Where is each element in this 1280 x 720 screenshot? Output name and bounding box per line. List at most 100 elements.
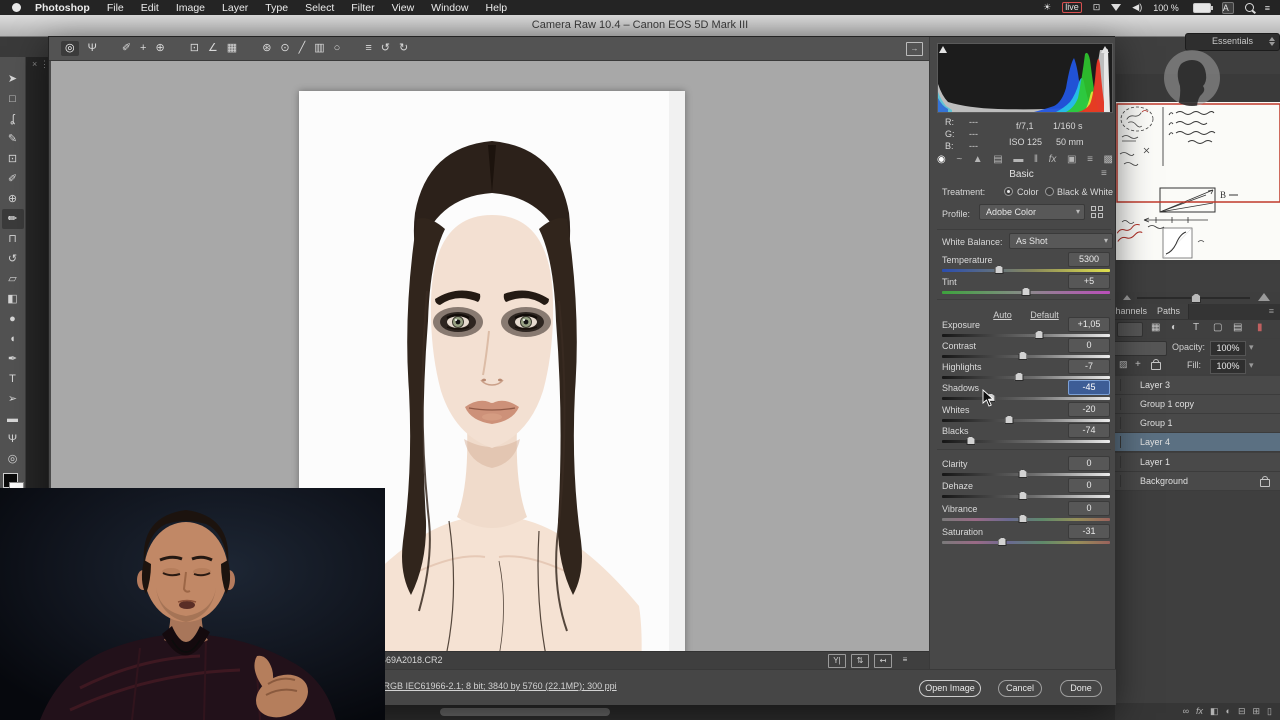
done-button[interactable]: Done	[1060, 680, 1102, 697]
slider-thumb[interactable]	[1018, 351, 1027, 360]
layer-styles-icon[interactable]: fx	[1196, 707, 1203, 716]
type-tool-icon[interactable]: T	[2, 369, 24, 389]
eraser-tool-icon[interactable]: ▱	[2, 269, 24, 289]
hand-tool-icon[interactable]: Ψ	[88, 43, 97, 54]
apple-menu-icon[interactable]	[12, 3, 21, 12]
blacks-slider[interactable]: Blacks -74	[942, 426, 1110, 456]
navigator-zoom-thumb[interactable]	[1191, 293, 1201, 303]
white-balance-tool-icon[interactable]: ✐	[122, 43, 131, 54]
path-selection-tool-icon[interactable]: ➢	[2, 389, 24, 409]
straighten-tool-icon[interactable]: ∠	[208, 43, 218, 54]
vibrance-value[interactable]: 0	[1068, 501, 1110, 516]
delete-layer-icon[interactable]: ▯	[1267, 707, 1272, 716]
rotate-left-icon[interactable]: ↺	[381, 43, 390, 54]
highlight-clipping-icon[interactable]	[1101, 46, 1109, 53]
fill-value[interactable]: 100%	[1210, 359, 1246, 374]
tab-hsl-icon[interactable]: ▤	[993, 153, 1002, 167]
menu-type[interactable]: Type	[265, 2, 288, 14]
color-sampler-tool-icon[interactable]: +	[140, 43, 146, 54]
profile-browser-icon[interactable]	[1091, 206, 1103, 218]
opacity-value[interactable]: 100%	[1210, 341, 1246, 356]
blur-tool-icon[interactable]: ●	[2, 309, 24, 329]
transform-tool-icon[interactable]: ▦	[227, 43, 237, 54]
contrast-value[interactable]: 0	[1068, 338, 1110, 353]
lock-transparency-icon[interactable]: ▨	[1119, 359, 1128, 370]
saturation-value[interactable]: -31	[1068, 524, 1110, 539]
default-link[interactable]: Default	[1030, 310, 1059, 320]
horizontal-scrollbar[interactable]	[440, 708, 610, 716]
exposure-value[interactable]: +1,05	[1068, 317, 1110, 332]
dehaze-value[interactable]: 0	[1068, 478, 1110, 493]
wifi-icon[interactable]	[1111, 4, 1121, 11]
pixel-filter-icon[interactable]: ▦	[1151, 322, 1160, 333]
tab-paths[interactable]: Paths	[1149, 304, 1189, 319]
tab-detail-icon[interactable]: ▲	[973, 153, 983, 167]
slider-thumb[interactable]	[1018, 514, 1027, 523]
notification-center-icon[interactable]: ≡	[1265, 3, 1270, 13]
tab-split-toning-icon[interactable]: ▬	[1013, 153, 1023, 167]
tab-close-icon[interactable]: ×	[32, 59, 37, 69]
tab-presets-icon[interactable]: ≡	[1087, 153, 1093, 167]
highlights-value[interactable]: -7	[1068, 359, 1110, 374]
filter-kind-select[interactable]	[1117, 322, 1143, 337]
type-filter-icon[interactable]: T	[1193, 322, 1199, 333]
dodge-tool-icon[interactable]: ◖	[2, 329, 24, 349]
slider-thumb[interactable]	[1022, 287, 1031, 296]
filmstrip-menu-icon[interactable]: ≡	[897, 654, 913, 666]
shape-tool-icon[interactable]: ▬	[2, 409, 24, 429]
layer-mask-icon[interactable]: ◧	[1210, 707, 1219, 716]
pen-tool-icon[interactable]: ✒	[2, 349, 24, 369]
treatment-bw-radio[interactable]	[1045, 187, 1054, 196]
treatment-color-label[interactable]: Color	[1017, 187, 1039, 197]
marquee-tool-icon[interactable]: □	[2, 89, 24, 109]
basic-panel-menu-icon[interactable]: ≡	[1101, 168, 1107, 179]
live-status-icon[interactable]: live	[1062, 2, 1082, 13]
menu-layer[interactable]: Layer	[222, 2, 248, 14]
workspace-switcher[interactable]: Essentials	[1185, 33, 1280, 51]
adjustment-brush-tool-icon[interactable]: ╱	[299, 43, 306, 54]
workflow-options-link[interactable]: sRGB IEC61966-2.1; 8 bit; 3840 by 5760 (…	[379, 681, 617, 691]
menu-photoshop[interactable]: Photoshop	[35, 2, 90, 14]
lock-position-icon[interactable]: +	[1135, 359, 1141, 370]
smart-object-filter-icon[interactable]: ▤	[1233, 322, 1242, 333]
fullscreen-toggle-icon[interactable]: →	[906, 42, 923, 56]
tint-value[interactable]: +5	[1068, 274, 1110, 289]
shape-filter-icon[interactable]: ▢	[1213, 322, 1222, 333]
whites-value[interactable]: -20	[1068, 402, 1110, 417]
menu-select[interactable]: Select	[305, 2, 334, 14]
layer-row[interactable]: Group 1 copy	[1115, 395, 1280, 414]
menu-image[interactable]: Image	[176, 2, 205, 14]
tab-basic-icon[interactable]: ◉	[937, 153, 946, 167]
filter-toggle-icon[interactable]: ▮	[1257, 322, 1263, 333]
open-image-button[interactable]: Open Image	[919, 680, 981, 697]
fill-caret-icon[interactable]: ▾	[1249, 360, 1254, 371]
hand-tool-icon[interactable]: Ψ	[2, 429, 24, 449]
radial-filter-tool-icon[interactable]: ○	[334, 43, 341, 54]
clone-stamp-tool-icon[interactable]: ⊓	[2, 229, 24, 249]
menu-view[interactable]: View	[392, 2, 415, 14]
volume-icon[interactable]: ◀)	[1132, 2, 1142, 13]
adjustment-filter-icon[interactable]: ◐	[1171, 322, 1177, 333]
auto-link[interactable]: Auto	[993, 310, 1012, 320]
crop-tool-icon[interactable]: ⊡	[2, 149, 24, 169]
graduated-filter-tool-icon[interactable]: ▥	[314, 43, 324, 54]
crop-tool-icon[interactable]: ⊡	[190, 43, 199, 54]
temperature-value[interactable]: 5300	[1068, 252, 1110, 267]
brush-tool-icon[interactable]: ✏	[2, 209, 24, 229]
tint-slider[interactable]: Tint +5	[942, 277, 1110, 307]
targeted-adjustment-tool-icon[interactable]: ⊕	[155, 43, 164, 54]
healing-brush-tool-icon[interactable]: ⊕	[2, 189, 24, 209]
move-tool-icon[interactable]: ➤	[2, 69, 24, 89]
window-title-bar[interactable]: Camera Raw 10.4 – Canon EOS 5D Mark III	[0, 15, 1280, 37]
layer-row[interactable]: Layer 1	[1115, 453, 1280, 472]
brightness-icon[interactable]: ☀	[1043, 2, 1051, 13]
zoom-tool-icon[interactable]: ◎	[61, 41, 79, 56]
eyedropper-tool-icon[interactable]: ✐	[2, 169, 24, 189]
menu-file[interactable]: File	[107, 2, 124, 14]
layer-row[interactable]: Group 1	[1115, 414, 1280, 433]
layer-row[interactable]: Layer 3	[1115, 376, 1280, 395]
cancel-button[interactable]: Cancel	[998, 680, 1042, 697]
opacity-caret-icon[interactable]: ▾	[1249, 342, 1254, 353]
white-balance-select[interactable]: As Shot ▾	[1009, 233, 1113, 249]
swap-settings-icon[interactable]: ⇅	[851, 654, 869, 668]
